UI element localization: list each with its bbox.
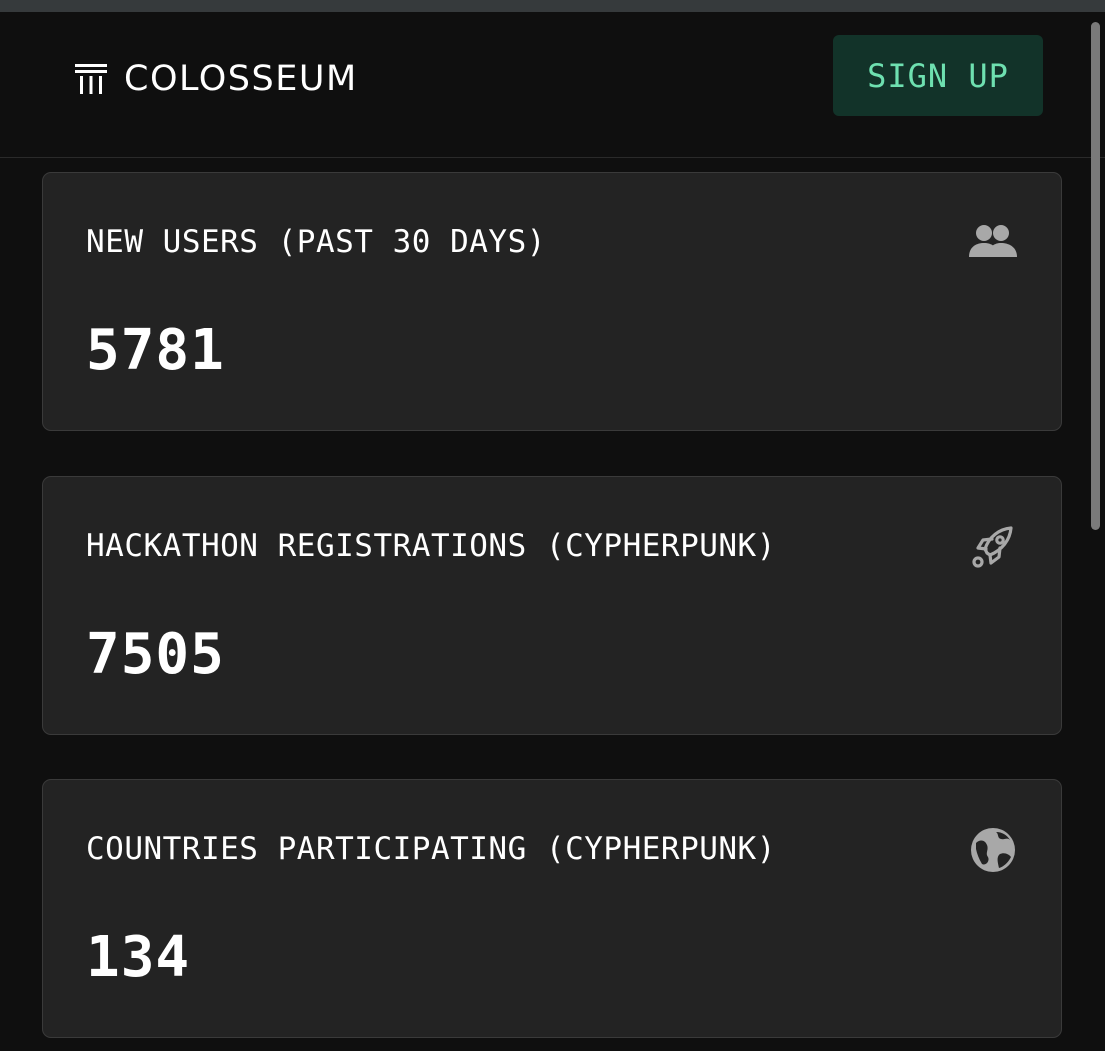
colosseum-logo[interactable]: COLOSSEUM — [72, 59, 358, 99]
stat-value: 134 — [86, 925, 191, 990]
stat-label: COUNTRIES PARTICIPATING (CYPHERPUNK) — [86, 831, 776, 867]
stat-card-countries-participating: COUNTRIES PARTICIPATING (CYPHERPUNK) 134 — [42, 779, 1062, 1038]
site-header: COLOSSEUM SIGN UP — [0, 12, 1105, 158]
stat-card-new-users: NEW USERS (PAST 30 DAYS) 5781 — [42, 172, 1062, 431]
browser-top-strip — [0, 0, 1105, 12]
globe-icon — [967, 824, 1019, 876]
sign-up-button[interactable]: SIGN UP — [833, 35, 1043, 116]
app-screen: COLOSSEUM SIGN UP NEW USERS (PAST 30 DAY… — [0, 0, 1105, 1051]
stat-card-hackathon-registrations: HACKATHON REGISTRATIONS (CYPHERPUNK) 750… — [42, 476, 1062, 735]
colosseum-pillars-icon — [75, 64, 107, 94]
stat-value: 5781 — [86, 318, 225, 383]
rocket-icon — [967, 521, 1019, 573]
scrollbar[interactable] — [1085, 12, 1105, 1051]
stat-label: NEW USERS (PAST 30 DAYS) — [86, 224, 546, 260]
users-icon — [967, 217, 1019, 269]
stat-value: 7505 — [86, 622, 225, 687]
scrollbar-thumb[interactable] — [1091, 22, 1100, 530]
logo-text: COLOSSEUM — [124, 59, 358, 99]
stat-label: HACKATHON REGISTRATIONS (CYPHERPUNK) — [86, 528, 776, 564]
